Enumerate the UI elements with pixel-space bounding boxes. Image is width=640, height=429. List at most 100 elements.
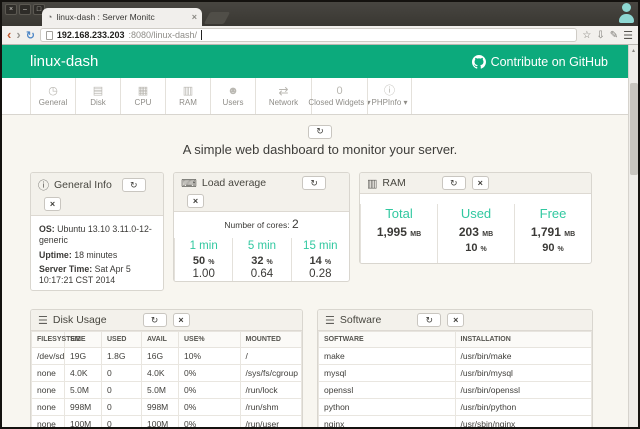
general-info-refresh-button[interactable]: ↻ <box>122 178 146 192</box>
load-average-close-button[interactable]: × <box>187 194 204 208</box>
software-refresh-button[interactable]: ↻ <box>417 313 441 327</box>
nav-item-label: RAM <box>179 98 197 107</box>
general-info-field: OS: Ubuntu 13.10 3.11.0-12-generic <box>39 224 155 247</box>
nav-item-users[interactable]: ☻ Users <box>210 78 255 114</box>
app-header: linux-dash Contribute on GitHub <box>2 45 638 78</box>
cell-used: 1.8G <box>102 348 142 365</box>
software-close-button[interactable]: × <box>447 313 464 327</box>
load-period-label: 15 min <box>292 240 349 252</box>
nav-item-ram[interactable]: ▥ RAM <box>165 78 210 114</box>
nav-item-network[interactable]: ⇄ Network <box>255 78 311 114</box>
load-average-column: 15 min 14 % 0.28 <box>291 238 349 282</box>
memory-icon: ▥ <box>367 177 377 190</box>
nav-item-disk[interactable]: ▤ Disk <box>75 78 120 114</box>
scroll-up-arrow-icon[interactable]: ▴ <box>629 45 638 54</box>
window-minimize-button[interactable]: – <box>19 4 31 15</box>
ram-amount: 1,995 MB <box>361 225 437 239</box>
disk-usage-header: ☰ Disk Usage ↻ × <box>31 310 302 331</box>
field-value: ubuntu <box>84 289 113 291</box>
tab-close-icon[interactable]: × <box>192 12 197 22</box>
cell-size: 4.0K <box>65 365 102 382</box>
load-average-columns: 1 min 50 % 1.00 5 min 32 % 0.64 <box>174 238 349 282</box>
nav-item-phpinfo[interactable]: ⓘ PHPInfo ▾ <box>367 78 412 114</box>
cell-software: make <box>319 348 456 365</box>
ram-column: Total 1,995 MB <box>360 204 437 264</box>
cell-use-pct: 0% <box>179 399 241 416</box>
field-label: Server Time: <box>39 264 92 274</box>
refresh-all-button[interactable]: ↻ <box>308 125 332 139</box>
load-average-refresh-button[interactable]: ↻ <box>302 176 326 190</box>
ram-column-label: Used <box>438 206 514 221</box>
cell-mounted: /run/user <box>240 416 302 428</box>
url-path: :8080/linux-dash/ <box>128 30 197 40</box>
cell-avail: 5.0M <box>142 382 179 399</box>
widget-disk-usage: ☰ Disk Usage ↻ × FILESYSTEMSIZEUSEDAVAIL… <box>30 309 303 427</box>
ram-close-button[interactable]: × <box>472 176 489 190</box>
new-tab-button[interactable] <box>204 12 230 24</box>
column-header: USE% <box>179 332 241 348</box>
load-average-title: Load average <box>202 177 266 189</box>
page-icon <box>46 31 53 40</box>
load-average-column: 1 min 50 % 1.00 <box>174 238 232 282</box>
table-row: none 5.0M 0 5.0M 0% /run/lock <box>32 382 302 399</box>
list-icon: ☰ <box>38 314 48 327</box>
nav-item-general[interactable]: ◷ General <box>30 78 75 114</box>
ram-amount: 1,791 MB <box>515 225 591 239</box>
forward-button[interactable]: › <box>16 28 20 42</box>
page-viewport: ▴ linux-dash Contribute on GitHub ◷ Gene… <box>2 45 638 427</box>
download-icon[interactable]: ⇩ <box>596 30 604 41</box>
back-button[interactable]: ‹ <box>7 28 11 42</box>
ram-column: Free 1,791 MB 90 % <box>514 204 591 264</box>
general-info-field: Hostname: ubuntu <box>39 289 155 291</box>
cell-size: 100M <box>65 416 102 428</box>
cell-mounted: /sys/fs/cgroup <box>240 365 302 382</box>
disk-usage-close-button[interactable]: × <box>173 313 190 327</box>
cell-filesystem: none <box>32 416 65 428</box>
cell-used: 0 <box>102 416 142 428</box>
url-bar[interactable]: 192.168.233.203 :8080/linux-dash/ <box>40 28 577 42</box>
cell-use-pct: 0% <box>179 416 241 428</box>
nav-item-icon: ▦ <box>138 85 148 97</box>
nav-item-icon: 0 <box>336 85 342 97</box>
nav-item-cpu[interactable]: ▦ CPU <box>120 78 165 114</box>
load-value: 0.64 <box>233 268 290 280</box>
column-header: MOUNTED <box>240 332 302 348</box>
load-percent: 50 % <box>175 255 232 267</box>
github-link-label: Contribute on GitHub <box>491 55 608 69</box>
cell-filesystem: /dev/sda1 <box>32 348 65 365</box>
cell-filesystem: none <box>32 399 65 416</box>
load-average-header: ⌨ Load average ↻ × <box>174 173 349 212</box>
ram-header: ▥ RAM ↻ × <box>360 173 591 194</box>
disk-usage-refresh-button[interactable]: ↻ <box>143 313 167 327</box>
nav-item-label: Disk <box>90 98 106 107</box>
widget-ram: ▥ RAM ↻ × Total 1,995 MB <box>359 172 592 264</box>
load-period-label: 1 min <box>175 240 232 252</box>
table-row: openssl /usr/bin/openssl <box>319 382 592 399</box>
cell-used: 0 <box>102 399 142 416</box>
github-link[interactable]: Contribute on GitHub <box>472 55 608 69</box>
scrollbar-thumb[interactable] <box>630 83 638 175</box>
reload-button[interactable]: ↻ <box>26 29 35 42</box>
table-row: none 998M 0 998M 0% /run/shm <box>32 399 302 416</box>
laptop-icon: ⌨ <box>181 177 197 190</box>
edit-pen-icon[interactable]: ✎ <box>610 30 618 41</box>
ram-refresh-button[interactable]: ↻ <box>442 176 466 190</box>
cell-use-pct: 10% <box>179 348 241 365</box>
bookmark-star-icon[interactable]: ☆ <box>582 30 591 41</box>
general-info-header: ⓘ General Info ↻ × <box>31 173 163 216</box>
nav-item-closed-widgets[interactable]: 0 Closed Widgets ▾ <box>311 78 367 114</box>
profile-avatar[interactable] <box>618 3 635 23</box>
general-info-field: Server Time: Sat Apr 5 10:17:21 CST 2014 <box>39 264 155 287</box>
nav-item-label: CPU <box>135 98 152 107</box>
nav-item-label: PHPInfo ▾ <box>371 98 407 107</box>
menu-icon[interactable]: ☰ <box>623 29 633 42</box>
cell-mounted: /run/shm <box>240 399 302 416</box>
cell-used: 0 <box>102 382 142 399</box>
window-close-button[interactable]: × <box>5 4 17 15</box>
scrollbar[interactable]: ▴ <box>628 45 638 427</box>
cell-use-pct: 0% <box>179 382 241 399</box>
nav-item-label: Users <box>223 98 244 107</box>
general-info-close-button[interactable]: × <box>44 197 61 211</box>
browser-tab[interactable]: ◔ linux-dash : Server Monitc × <box>42 8 202 26</box>
github-icon <box>472 55 486 69</box>
